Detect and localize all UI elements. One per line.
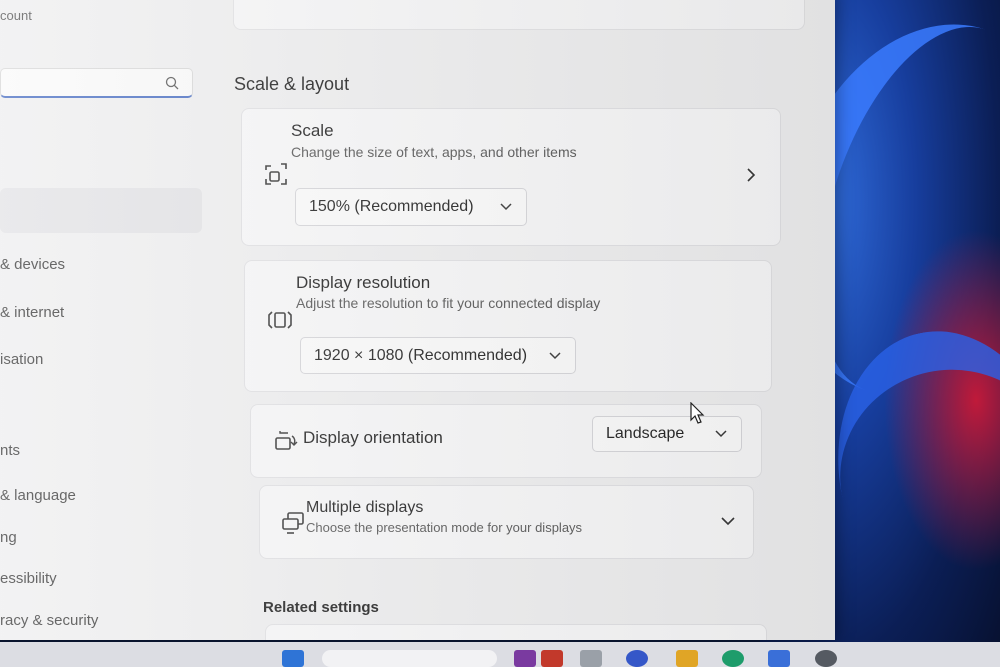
taskbar-app-icon[interactable] [768,650,790,667]
resolution-title: Display resolution [296,273,431,292]
sidebar-item-privacy-security[interactable]: racy & security [0,612,98,629]
taskbar-search-box[interactable] [322,650,497,667]
sidebar-item-accounts[interactable]: nts [0,442,20,459]
sidebar-item-devices[interactable]: & devices [0,256,65,273]
scale-dropdown[interactable]: 150% (Recommended) [295,188,527,226]
multiple-displays-title: Multiple displays [306,499,424,516]
search-icon[interactable] [164,75,180,91]
sidebar-item-personalisation[interactable]: isation [0,351,43,368]
taskbar-app-icon[interactable] [541,650,563,667]
display-orientation-card[interactable]: Display orientation Landscape [250,404,762,478]
multiple-displays-icon [282,512,304,534]
search-field[interactable] [0,68,193,98]
account-label: count [0,8,32,23]
multiple-displays-card[interactable]: Multiple displays Choose the presentatio… [259,485,754,559]
related-setting-card[interactable] [265,624,767,640]
taskbar-app-icon[interactable] [514,650,536,667]
taskbar-app-icon[interactable] [580,650,602,667]
resolution-subtitle: Adjust the resolution to fit your connec… [296,295,601,311]
scale-value: 150% (Recommended) [309,198,474,215]
display-resolution-card[interactable]: Display resolution Adjust the resolution… [244,260,772,392]
start-icon[interactable] [282,650,304,667]
sidebar-item-time-language[interactable]: & language [0,487,76,504]
orientation-value: Landscape [606,425,685,442]
chevron-down-icon [715,430,727,438]
orientation-icon [275,431,298,450]
taskbar [0,642,1000,667]
related-settings-heading: Related settings [263,599,379,616]
chevron-down-icon [549,351,561,359]
resolution-icon [268,311,292,329]
scale-title: Scale [291,121,334,140]
orientation-title: Display orientation [303,428,443,447]
edge-icon[interactable] [722,650,744,667]
scale-subtitle: Change the size of text, apps, and other… [291,144,577,160]
settings-window: count & devices & internet isation nts &… [0,0,835,640]
multiple-displays-subtitle: Choose the presentation mode for your di… [306,520,583,535]
sidebar-item-gaming[interactable]: ng [0,529,17,546]
chevron-down-icon[interactable] [721,516,735,526]
settings-gear-icon[interactable] [815,650,837,667]
folder-icon[interactable] [676,650,698,667]
resolution-dropdown[interactable]: 1920 × 1080 (Recommended) [300,337,576,374]
sidebar-item-display-selected[interactable] [0,188,202,233]
chevron-right-icon[interactable] [745,167,757,183]
mouse-cursor-icon [690,402,705,424]
previous-setting-card[interactable] [233,0,805,30]
orientation-dropdown[interactable]: Landscape [592,416,742,452]
scale-icon [265,163,287,185]
resolution-value: 1920 × 1080 (Recommended) [314,346,528,364]
taskbar-app-icon[interactable] [626,650,648,667]
sidebar-item-accessibility[interactable]: essibility [0,570,57,587]
section-title: Scale & layout [234,74,350,94]
chevron-down-icon [500,203,512,211]
search-input[interactable] [9,69,163,97]
sidebar-item-network[interactable]: & internet [0,304,64,321]
scale-card[interactable]: Scale Change the size of text, apps, and… [241,108,781,246]
